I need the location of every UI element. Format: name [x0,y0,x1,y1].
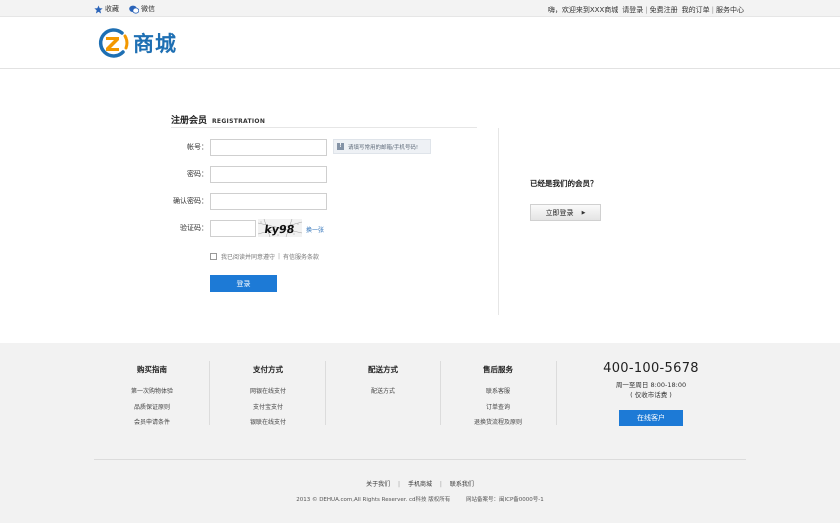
about-link[interactable]: 关于我们 [366,481,390,488]
footer-column-title: 支付方式 [253,365,283,374]
captcha-text: ky98 [264,223,296,236]
agreement-row: 我已阅读并同意遵守 | 有信服务条款 [210,252,319,261]
welcome-text: 嗨，欢迎来到XXX商城 [547,6,619,14]
site-header: 商城 [0,17,840,69]
wechat-link[interactable]: 微信 [129,4,155,14]
logo-c-mark-icon [98,28,129,58]
account-hint-text: 请填写常用的邮箱/手机号码! [348,144,419,151]
support-hours: 周一至周日 8:00-18:00 ( 仅收市话费 ) [603,380,699,400]
wechat-icon [129,5,139,14]
footer-link[interactable]: 订单查询 [448,400,548,416]
account-row: 帐号： [171,138,327,156]
member-login-button[interactable]: 立即登录 ▶ [530,204,601,221]
online-service-button[interactable]: 在线客户 [619,410,683,426]
footer-link[interactable]: 退换货流程及原则 [448,415,548,431]
support-hours-line: 周一至周日 8:00-18:00 [615,381,687,389]
divider [94,459,746,460]
top-bar-right: 嗨，欢迎来到XXX商城 请登录 | 免费注册 我的订单 | 服务中心 [548,5,744,15]
agree-text: 我已阅读并同意遵守 [221,254,276,261]
captcha-image[interactable]: ky98 [258,219,302,237]
footer-column-title: 配送方式 [368,365,398,374]
member-question: 已经是我们的会员？ [530,179,598,188]
star-icon [94,4,103,13]
password-row: 密码： [171,165,327,183]
top-bar: 收藏 微信 嗨，欢迎来到XXX商城 请登录 | 免费注册 我的订单 | 服务中心 [0,0,840,17]
support-phone-block: 400-100-5678 周一至周日 8:00-18:00 ( 仅收市话费 ) [603,361,699,400]
icp-number: 网站备案号：闽ICP备0000号-1 [466,497,544,503]
captcha-label: 验证码： [180,224,208,232]
orders-link[interactable]: 我的订单 [682,5,710,15]
footer-bottom-links: 关于我们 | 手机商城 | 联系我们 [0,479,840,488]
footer-column-delivery: 配送方式 配送方式 [333,364,433,400]
support-hours-note: ( 仅收市话费 ) [630,391,672,399]
favorite-link[interactable]: 收藏 [94,4,119,14]
footer-link[interactable]: 会员申请条件 [102,415,202,431]
confirm-password-row: 确认密码： [171,192,327,210]
divider [556,361,557,425]
footer-link[interactable]: 品质保证原则 [102,400,202,416]
footer-link[interactable]: 银联在线支付 [218,415,318,431]
footer-column-title: 售后服务 [483,365,513,374]
account-input[interactable] [210,138,327,156]
divider [325,361,326,425]
info-icon: ! [337,143,344,150]
footer-column-title: 购买指南 [137,365,167,374]
separator: | [439,481,442,488]
mobile-store-link[interactable]: 手机商城 [408,481,432,488]
top-bar-left: 收藏 微信 [94,4,155,14]
service-center-link[interactable]: 服务中心 [716,5,744,15]
footer-column-payment: 支付方式 网银在线支付 支付宝支付 银联在线支付 [218,364,318,431]
captcha-input[interactable] [210,219,256,237]
registration-title-cn: 注册会员 [171,116,208,126]
login-link[interactable]: 请登录 [622,5,643,15]
registration-title-en: REGISTRATION [212,118,266,125]
divider [171,127,477,128]
registration-title: 注册会员 REGISTRATION [171,113,265,126]
footer-link[interactable]: 配送方式 [333,384,433,400]
footer-link[interactable]: 支付宝支付 [218,400,318,416]
contact-link[interactable]: 联系我们 [450,481,474,488]
footer-link[interactable]: 第一次购物体验 [102,384,202,400]
separator: | [711,6,714,14]
footer-column-guide: 购买指南 第一次购物体验 品质保证原则 会员申请条件 [102,364,202,431]
site-footer: 购买指南 第一次购物体验 品质保证原则 会员申请条件 支付方式 网银在线支付 支… [0,343,840,523]
separator: | [278,253,281,260]
divider [440,361,441,425]
site-logo[interactable]: 商城 [96,26,177,60]
support-phone: 400-100-5678 [603,361,699,376]
terms-link[interactable]: 有信服务条款 [283,252,319,261]
confirm-password-label: 确认密码： [173,197,208,205]
captcha-row: 验证码： [171,219,256,237]
account-label: 帐号： [187,143,208,151]
footer-column-aftersales: 售后服务 联系客服 订单查询 退换货流程及原则 [448,364,548,431]
logo-text: 商城 [133,32,177,56]
agree-checkbox[interactable] [210,253,217,260]
divider [209,361,210,425]
password-label: 密码： [187,170,208,178]
submit-button[interactable]: 登录 [210,275,277,292]
member-login-label: 立即登录 [545,208,574,217]
refresh-captcha-link[interactable]: 换一张 [306,225,324,234]
separator: | [645,6,648,14]
confirm-password-input[interactable] [210,192,327,210]
copyright-text: 2013 © DEHUA.com,All Rights Reserver. cd… [296,497,451,503]
register-link[interactable]: 免费注册 [650,5,678,15]
favorite-label: 收藏 [105,5,119,13]
copyright-line: 2013 © DEHUA.com,All Rights Reserver. cd… [0,495,840,503]
footer-link[interactable]: 网银在线支付 [218,384,318,400]
password-input[interactable] [210,165,327,183]
separator: | [398,481,401,488]
account-hint: ! 请填写常用的邮箱/手机号码! [333,139,431,154]
footer-link[interactable]: 联系客服 [448,384,548,400]
caret-right-icon: ▶ [581,209,586,216]
wechat-label: 微信 [141,5,155,13]
divider [498,128,499,315]
